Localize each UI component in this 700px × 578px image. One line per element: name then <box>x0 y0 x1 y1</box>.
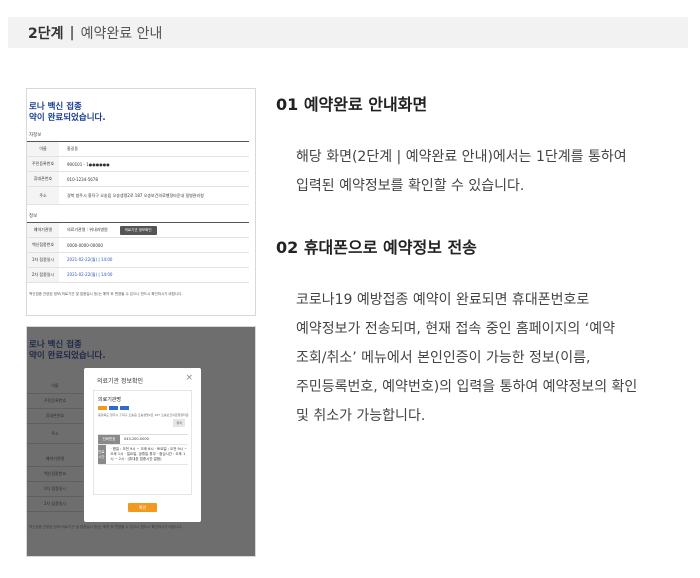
body-line: 조회/취소’ 메뉴에서 본인인증이 가능한 정보(이름, <box>296 350 591 366</box>
row-value: 0000-0000-00000 <box>67 242 103 248</box>
clinic-info-modal: 의료기관 정보확인 × 의료기관명 충청북도 청주시 흥덕구 오송읍 오송생명2… <box>84 368 201 522</box>
row-key: 진료시간 <box>98 445 107 464</box>
row-value: 2021-02-22(월) | 14:00 <box>67 272 113 277</box>
row-key: 주민등록번호 <box>27 394 83 409</box>
row-key: 예약기관명 <box>27 452 83 467</box>
clinic-detail-table: 전화번호 043-200-0000 진료시간 · 평일 : 오전 9시 ~ 오후 6… <box>98 434 188 465</box>
confirm-button[interactable]: 확인 <box>128 503 157 512</box>
step-title: 예약완료 안내 <box>80 25 163 42</box>
clinic-name: 의료기관명 <box>98 397 122 403</box>
row-key: 이름 <box>27 142 59 156</box>
table-row: 주민등록번호 900101 - 1●●●●●● <box>27 157 249 172</box>
row-key: 2차 접종일시 <box>27 497 83 512</box>
thumb-table-a: 이름 홍길동 주민등록번호 900101 - 1●●●●●● 휴대폰번호 010-12… <box>27 141 249 205</box>
tag-badge <box>120 406 129 410</box>
tag-badge <box>109 406 118 410</box>
body-line: 코로나19 예방접종 예약이 완료되면 휴대폰번호로 <box>296 292 590 308</box>
row-value: 홍길동 <box>67 146 79 151</box>
row-key: 2차 접종일시 <box>27 268 59 282</box>
row-value: · 평일 : 오전 9시 ~ 오후 6시 · 토요일 : 오전 9시 ~ 오후 … <box>110 447 188 461</box>
thumb-table-b: 예약기관명 의료기관명 : 위내과병원 의료기관 정보확인 백신접종번호 0000-0… <box>27 222 249 283</box>
clinic-address: 충청북도 청주시 흥덕구 오송읍 오송생명2로 187 오송보건의료행정타운 <box>98 413 189 417</box>
clinic-info-modal-screenshot: 로나 백신 접종 약이 완료되었습니다. 이름 주민등록번호 휴대폰번호 주소 … <box>26 326 256 557</box>
body-line: 해당 화면(2단계 | 예약완료 안내)에서는 1단계를 통하여 <box>296 149 627 165</box>
section-sms-sending: 02 휴대폰으로 예약정보 전송 코로나19 예방접종 예약이 완료되면 휴대폰… <box>276 234 676 431</box>
section-body: 코로나19 예방접종 예약이 완료되면 휴대폰번호로 예약정보가 전송되며, 현… <box>296 286 676 431</box>
tag-badge <box>98 406 107 410</box>
thumb-heading: 로나 백신 접종 약이 완료되었습니다. <box>27 89 255 124</box>
table-row: 2차 접종일시 2021-02-22(월) | 14:00 <box>27 268 249 283</box>
location-button[interactable]: 위치 <box>173 419 185 427</box>
row-key: 휴대폰번호 <box>27 409 83 424</box>
close-icon[interactable]: × <box>185 373 193 383</box>
step-separator: | <box>69 24 75 41</box>
table-row: 백신접종번호 0000-0000-00000 <box>27 238 249 253</box>
row-value: 900101 - 1●●●●●● <box>67 161 110 167</box>
clinic-info-button[interactable]: 의료기관 정보확인 <box>119 225 157 235</box>
table-row: 휴대폰번호 010-1234-5678 <box>27 172 249 187</box>
step-number: 2단계 <box>28 25 64 42</box>
clinic-name: 의료기관명 : 위내과병원 <box>67 227 108 232</box>
thumb-note: 백신접종 관련된 정보(의료기관 및 접종일시 등)는 예약 후 변경될 수 있… <box>29 525 183 529</box>
row-value: 2021-02-22(월) | 14:00 <box>67 257 113 262</box>
row-key: 이름 <box>27 379 83 394</box>
table-row: 주소 경북 청주시 흥덕구 오송읍 오송생명2로 187 오송보건의료행정타운내 … <box>27 187 249 205</box>
thumb-heading-line1: 로나 백신 접종 <box>29 102 82 112</box>
section-complete-screen: 01 예약완료 안내화면 해당 화면(2단계 | 예약완료 안내)에서는 1단계… <box>276 91 676 201</box>
row-key: 주소 <box>27 187 59 204</box>
section-title: 01 예약완료 안내화면 <box>276 95 428 114</box>
row-value: 043-200-0000 <box>124 437 149 441</box>
row-key: 전화번호 <box>98 435 120 444</box>
thumb-heading: 로나 백신 접종 약이 완료되었습니다. <box>29 340 106 362</box>
body-line: 주민등록번호, 예약번호)의 입력을 통하여 예약정보의 확인 <box>296 379 638 395</box>
row-value: 경북 청주시 흥덕구 오송읍 오송생명2로 187 오송보건의료행정타운내 질병… <box>67 192 204 198</box>
modal-title: 의료기관 정보확인 <box>97 378 144 385</box>
table-row: 전화번호 043-200-0000 <box>98 435 188 445</box>
row-value: 010-1234-5678 <box>67 176 98 182</box>
table-row: 진료시간 · 평일 : 오전 9시 ~ 오후 6시 · 토요일 : 오전 9시 ~… <box>98 445 188 465</box>
row-key: 주소 <box>27 424 83 444</box>
row-key: 휴대폰번호 <box>27 172 59 186</box>
row-key: 1차 접종일시 <box>27 482 83 497</box>
section-title: 02 휴대폰으로 예약정보 전송 <box>276 238 477 257</box>
thumb-section-label: 정보 <box>29 214 38 219</box>
thumb-note: 백신접종 관련된 정보(의료기관 및 접종일시 등)는 예약 후 변경될 수 있… <box>29 292 183 296</box>
row-key: 백신접종번호 <box>27 238 59 252</box>
body-line: 입력된 예약정보를 확인할 수 있습니다. <box>296 178 525 194</box>
row-value: 의료기관명 : 위내과병원 의료기관 정보확인 <box>59 225 249 235</box>
row-key: 주민등록번호 <box>27 157 59 171</box>
section-body: 해당 화면(2단계 | 예약완료 안내)에서는 1단계를 통하여 입력된 예약정… <box>296 143 676 201</box>
thumb-heading-line2: 약이 완료되었습니다. <box>29 113 106 123</box>
table-row: 1차 접종일시 2021-02-22(월) | 14:00 <box>27 253 249 268</box>
clinic-tags <box>94 403 191 410</box>
table-row: 예약기관명 의료기관명 : 위내과병원 의료기관 정보확인 <box>27 223 249 238</box>
thumb-section-label: 자정보 <box>29 133 42 138</box>
reservation-complete-screenshot: 로나 백신 접종 약이 완료되었습니다. 자정보 이름 홍길동 주민등록번호 900… <box>26 88 256 316</box>
body-line: 및 취소가 가능합니다. <box>296 408 426 424</box>
thumb-heading-line1: 로나 백신 접종 <box>29 340 82 350</box>
table-row: 이름 홍길동 <box>27 142 249 157</box>
row-key: 백신접종번호 <box>27 467 83 482</box>
row-key: 1차 접종일시 <box>27 253 59 267</box>
thumb-heading-line2: 약이 완료되었습니다. <box>29 351 106 361</box>
modal-content-box: 의료기관명 충청북도 청주시 흥덕구 오송읍 오송생명2로 187 오송보건의료… <box>93 390 192 495</box>
body-line: 예약정보가 전송되며, 현재 접속 중인 홈페이지의 ‘예약 <box>296 321 615 337</box>
row-key: 예약기관명 <box>27 223 59 237</box>
dimmed-table: 이름 주민등록번호 휴대폰번호 주소 예약기관명 백신접종번호 1차 접종일시 … <box>27 379 83 512</box>
step-bar: 2단계 | 예약완료 안내 <box>8 17 688 48</box>
